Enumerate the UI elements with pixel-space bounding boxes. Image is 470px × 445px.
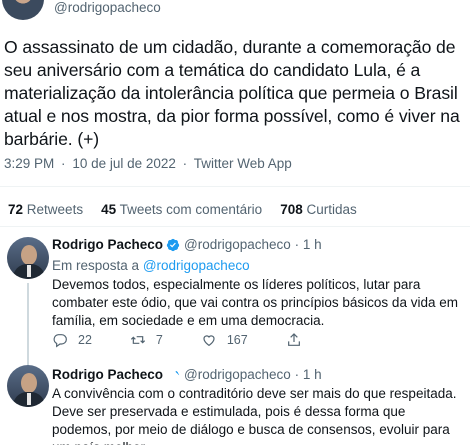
quotes-label: Tweets com comentário [119, 202, 263, 217]
avatar[interactable] [7, 365, 49, 407]
tweet-stats: 72 Retweets 45 Tweets com comentário 708… [8, 202, 375, 217]
quotes-count: 45 [101, 202, 117, 217]
avatar[interactable] [7, 237, 49, 279]
reply-icon [53, 334, 67, 348]
reply-header: Rodrigo Pacheco @rodrigopacheco · 1 h [52, 237, 322, 252]
retweets-label: Retweets [26, 202, 84, 217]
reply-time[interactable]: 1 h [303, 367, 322, 382]
reply-count: 22 [78, 333, 92, 347]
tweet-meta: 3:29 PM · 10 de jul de 2022 · Twitter We… [4, 156, 295, 171]
divider [0, 226, 470, 227]
retweets-stat[interactable]: 72 Retweets [8, 202, 83, 217]
likes-label: Curtidas [306, 202, 357, 217]
reply-author-handle[interactable]: @rodrigopacheco [184, 367, 291, 382]
reply-author-name[interactable]: Rodrigo Pacheco [52, 367, 163, 382]
retweet-icon [130, 336, 145, 344]
meta-separator: · [182, 156, 188, 171]
retweet-count: 7 [155, 333, 163, 347]
retweets-count: 72 [8, 202, 24, 217]
author-handle[interactable]: @rodrigopacheco [54, 0, 161, 15]
like-button[interactable]: 167 [201, 332, 248, 348]
reply-text: Devemos todos, especialmente os líderes … [52, 277, 458, 328]
likes-stat[interactable]: 708 Curtidas [280, 202, 357, 217]
share-button[interactable] [286, 332, 302, 348]
like-icon [203, 335, 215, 347]
reply-time[interactable]: 1 h [303, 237, 322, 252]
share-icon [287, 333, 300, 346]
divider [0, 186, 470, 187]
likes-count: 708 [280, 202, 303, 217]
in-reply-prefix: Em resposta a [52, 258, 140, 273]
tweet-source[interactable]: Twitter Web App [194, 156, 292, 171]
verified-badge-icon [169, 370, 180, 377]
in-reply-mention[interactable]: @rodrigopacheco [143, 258, 250, 273]
meta-separator: · [61, 156, 66, 171]
quotes-stat[interactable]: 45 Tweets com comentário [101, 202, 262, 217]
tweet-text: O assassinato de um cidadão, durante a c… [4, 37, 460, 149]
retweet-button[interactable]: 7 [130, 332, 163, 348]
reply-author-name[interactable]: Rodrigo Pacheco [52, 237, 163, 252]
in-reply-to: Em resposta a @rodrigopacheco [52, 258, 250, 273]
reply-author-handle[interactable]: @rodrigopacheco [184, 237, 291, 252]
reply-button[interactable]: 22 [52, 332, 92, 348]
reply-header: Rodrigo Pacheco @rodrigopacheco · 1 h [52, 367, 322, 382]
reply-text: A convivência com o contraditório deve s… [52, 386, 457, 445]
verified-badge-icon [166, 238, 180, 251]
author-avatar[interactable] [2, 0, 44, 20]
reply-actions: 22 7 167 [52, 332, 340, 348]
tweet-time[interactable]: 3:29 PM [4, 156, 54, 171]
tweet-date[interactable]: 10 de jul de 2022 [72, 156, 176, 171]
like-count: 167 [226, 333, 248, 347]
